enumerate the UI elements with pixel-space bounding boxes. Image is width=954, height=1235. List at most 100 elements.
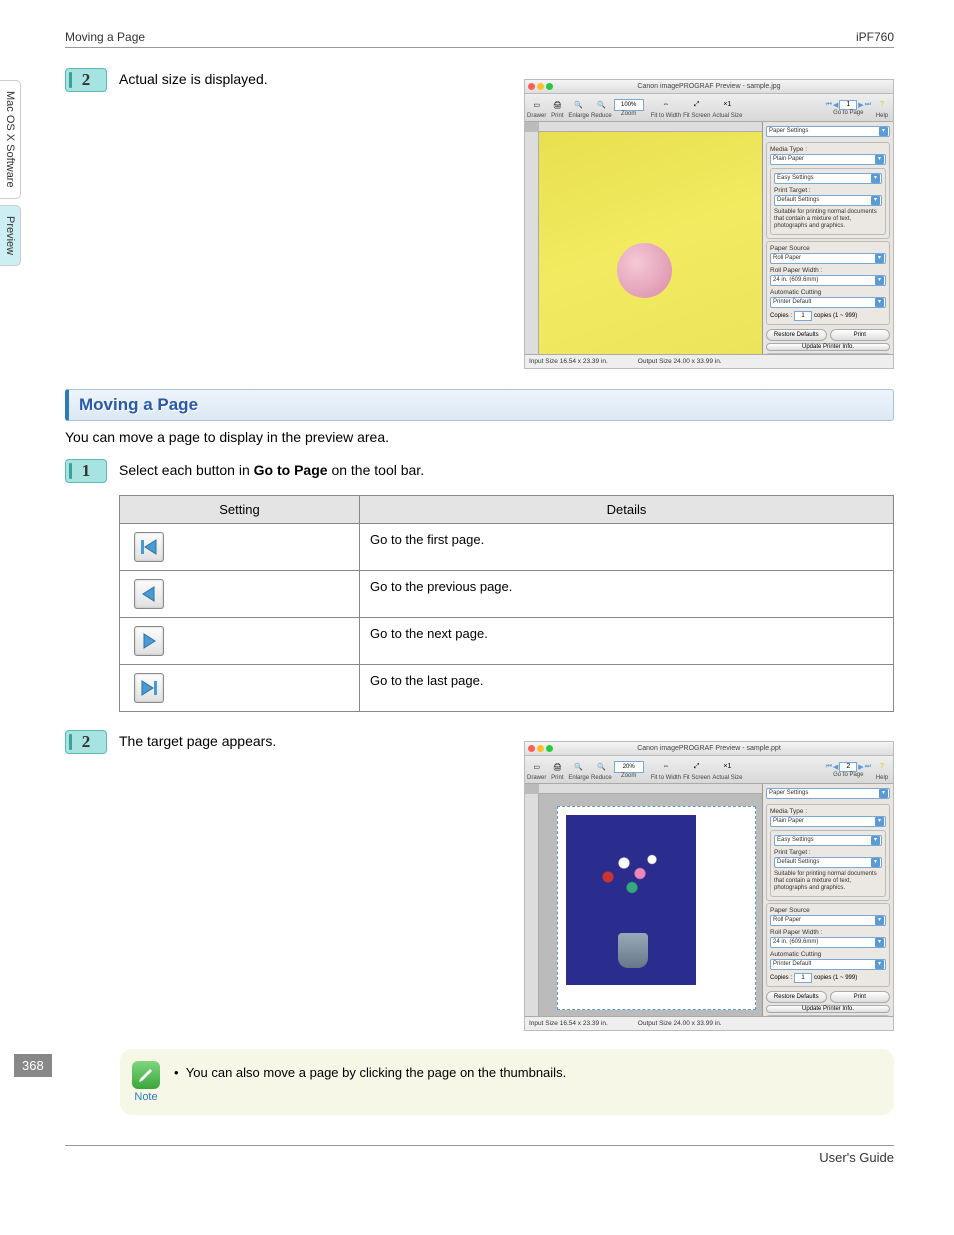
next-page-icon[interactable]: ▶ xyxy=(858,763,863,771)
fit-width-button[interactable]: ⇔Fit to Width xyxy=(651,759,681,781)
actual-size-button[interactable]: ×1Actual Size xyxy=(712,759,742,781)
enlarge-button[interactable]: 🔍Enlarge xyxy=(568,759,589,781)
step-text: The target page appears. xyxy=(119,730,276,749)
table-row: Go to the previous page. xyxy=(120,571,894,618)
close-icon[interactable] xyxy=(528,83,535,90)
settings-sidebar: Paper Settings Media Type : Plain Paper … xyxy=(763,122,893,354)
drawer-button[interactable]: ▭Drawer xyxy=(527,97,546,119)
col-details: Details xyxy=(360,496,894,524)
toolbar: ▭Drawer 🖨Print 🔍Enlarge 🔍Reduce 20%Zoom … xyxy=(525,756,893,784)
preview-canvas[interactable] xyxy=(525,784,763,1016)
paper-settings-select[interactable]: Paper Settings xyxy=(766,788,890,799)
auto-cut-select[interactable]: Printer Default xyxy=(770,297,886,308)
side-tab-software[interactable]: Mac OS X Software xyxy=(0,80,21,199)
zoom-icon[interactable] xyxy=(546,83,553,90)
print-target-select[interactable]: Default Settings xyxy=(774,857,882,868)
goto-page-group[interactable]: ⏮ ◀ 1 ▶ ⏭ Go to Page xyxy=(826,100,871,116)
update-printer-button[interactable]: Update Printer Info. xyxy=(766,343,890,351)
paper-settings-select[interactable]: Paper Settings xyxy=(766,126,890,137)
roll-width-label: Roll Paper Width : xyxy=(770,267,886,274)
last-page-icon[interactable]: ⏭ xyxy=(865,763,871,771)
minimize-icon[interactable] xyxy=(537,83,544,90)
next-page-icon[interactable] xyxy=(134,626,164,656)
restore-defaults-button[interactable]: Restore Defaults xyxy=(766,991,827,1003)
drawer-button[interactable]: ▭Drawer xyxy=(527,759,546,781)
restore-defaults-button[interactable]: Restore Defaults xyxy=(766,329,827,341)
print-target-select[interactable]: Default Settings xyxy=(774,195,882,206)
zoom-icon[interactable] xyxy=(546,745,553,752)
auto-cut-label: Automatic Cutting xyxy=(770,289,886,296)
first-page-icon[interactable] xyxy=(134,532,164,562)
media-type-select[interactable]: Plain Paper xyxy=(770,816,886,827)
next-page-icon[interactable]: ▶ xyxy=(858,101,863,109)
prev-page-icon[interactable]: ◀ xyxy=(833,763,838,771)
minimize-icon[interactable] xyxy=(537,745,544,752)
section-heading: Moving a Page xyxy=(65,389,894,421)
print-button[interactable]: 🖨Print xyxy=(548,97,566,119)
header-right: iPF760 xyxy=(856,30,894,44)
print-button-side[interactable]: Print xyxy=(830,329,891,341)
ruler-vertical xyxy=(525,132,539,354)
roll-width-select[interactable]: 24 in. (609.6mm) xyxy=(770,275,886,286)
first-page-icon[interactable]: ⏮ xyxy=(826,101,832,109)
paper-source-select[interactable]: Roll Paper xyxy=(770,253,886,264)
help-button[interactable]: ?Help xyxy=(873,759,891,781)
roll-width-label: Roll Paper Width : xyxy=(770,929,886,936)
col-setting: Setting xyxy=(120,496,360,524)
print-target-desc: Suitable for printing normal documents t… xyxy=(774,209,882,231)
toolbar: ▭Drawer 🖨Print 🔍Enlarge 🔍Reduce 100%Zoom… xyxy=(525,94,893,122)
screenshot-preview-1: Canon imagePROGRAF Preview - sample.jpg … xyxy=(524,79,894,369)
row-details: Go to the previous page. xyxy=(360,571,894,618)
enlarge-button[interactable]: 🔍Enlarge xyxy=(568,97,589,119)
actual-size-button[interactable]: ×1Actual Size xyxy=(712,97,742,119)
header-left: Moving a Page xyxy=(65,30,145,44)
preview-image xyxy=(566,815,696,985)
note-box: Note • You can also move a page by click… xyxy=(120,1049,894,1115)
last-page-icon[interactable] xyxy=(134,673,164,703)
output-size: Output Size 24.00 x 33.99 in. xyxy=(638,358,722,365)
easy-settings-select[interactable]: Easy Settings xyxy=(774,835,882,846)
zoom-select[interactable]: 100%Zoom xyxy=(614,99,644,117)
ruler-horizontal xyxy=(539,784,762,794)
row-details: Go to the first page. xyxy=(360,524,894,571)
page-input[interactable]: 2 xyxy=(839,762,857,772)
paper-source-select[interactable]: Roll Paper xyxy=(770,915,886,926)
reduce-button[interactable]: 🔍Reduce xyxy=(591,759,612,781)
status-bar: Input Size 16.54 x 23.39 in. Output Size… xyxy=(525,1016,893,1030)
prev-page-icon[interactable]: ◀ xyxy=(833,101,838,109)
roll-width-select[interactable]: 24 in. (609.6mm) xyxy=(770,937,886,948)
copies-label: Copies : xyxy=(770,975,792,981)
zoom-select[interactable]: 20%Zoom xyxy=(614,761,644,779)
copies-input[interactable]: 1 xyxy=(794,973,812,983)
close-icon[interactable] xyxy=(528,745,535,752)
media-type-label: Media Type : xyxy=(770,146,886,153)
print-button-side[interactable]: Print xyxy=(830,991,891,1003)
easy-settings-select[interactable]: Easy Settings xyxy=(774,173,882,184)
fit-screen-button[interactable]: ⤢Fit Screen xyxy=(683,759,710,781)
fit-screen-button[interactable]: ⤢Fit Screen xyxy=(683,97,710,119)
page-input[interactable]: 1 xyxy=(839,100,857,110)
note-icon xyxy=(132,1061,160,1089)
auto-cut-select[interactable]: Printer Default xyxy=(770,959,886,970)
update-printer-button[interactable]: Update Printer Info. xyxy=(766,1005,890,1013)
copies-input[interactable]: 1 xyxy=(794,311,812,321)
media-type-label: Media Type : xyxy=(770,808,886,815)
goto-page-group[interactable]: ⏮ ◀ 2 ▶ ⏭ Go to Page xyxy=(826,762,871,778)
table-row: Go to the first page. xyxy=(120,524,894,571)
preview-canvas[interactable] xyxy=(525,122,763,354)
window-title: Canon imagePROGRAF Preview - sample.ppt xyxy=(637,745,781,752)
print-button[interactable]: 🖨Print xyxy=(548,759,566,781)
reduce-button[interactable]: 🔍Reduce xyxy=(591,97,612,119)
screenshot-preview-2: Canon imagePROGRAF Preview - sample.ppt … xyxy=(524,741,894,1031)
copies-range: copies (1 ~ 999) xyxy=(814,975,857,981)
side-tab-preview[interactable]: Preview xyxy=(0,205,21,266)
fit-width-button[interactable]: ⇔Fit to Width xyxy=(651,97,681,119)
first-page-icon[interactable]: ⏮ xyxy=(826,763,832,771)
last-page-icon[interactable]: ⏭ xyxy=(865,101,871,109)
row-details: Go to the next page. xyxy=(360,618,894,665)
window-title: Canon imagePROGRAF Preview - sample.jpg xyxy=(637,83,780,90)
section-intro: You can move a page to display in the pr… xyxy=(65,429,894,445)
prev-page-icon[interactable] xyxy=(134,579,164,609)
media-type-select[interactable]: Plain Paper xyxy=(770,154,886,165)
help-button[interactable]: ?Help xyxy=(873,97,891,119)
